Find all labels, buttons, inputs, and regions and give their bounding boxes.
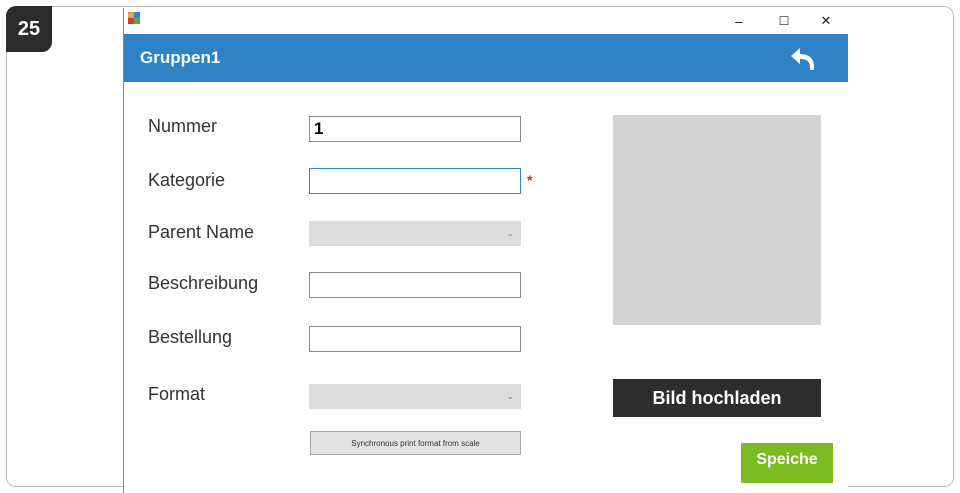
required-marker: * — [527, 172, 533, 188]
parent-name-label: Parent Name — [148, 222, 255, 242]
app-header: Gruppen1 — [124, 34, 848, 82]
format-label: Format — [148, 384, 206, 404]
upload-image-button[interactable]: Bild hochladen — [613, 379, 821, 417]
minimize-button[interactable]: – — [724, 10, 754, 32]
chevron-down-icon: ⌄ — [506, 228, 514, 238]
kategorie-field[interactable] — [309, 168, 521, 194]
page-title: Gruppen1 — [140, 48, 221, 67]
nummer-field[interactable] — [309, 116, 521, 142]
undo-arrow-icon[interactable] — [788, 45, 818, 73]
maximize-button[interactable]: ☐ — [769, 10, 799, 32]
bestellung-field[interactable] — [309, 326, 521, 352]
save-button[interactable]: Speiche — [741, 443, 833, 483]
format-select[interactable]: ⌄ — [309, 384, 521, 409]
app-window: – ☐ ✕ Gruppen1 Nummer Kategorie * Parent… — [123, 8, 848, 493]
parent-name-select[interactable]: ⌄ — [309, 221, 521, 246]
sync-print-format-button[interactable]: Synchronous print format from scale — [310, 431, 521, 455]
chevron-down-icon: ⌄ — [506, 391, 514, 401]
image-preview — [613, 115, 821, 325]
nummer-label: Nummer — [148, 116, 218, 136]
bestellung-label: Bestellung — [148, 327, 233, 347]
beschreibung-label: Beschreibung — [148, 273, 259, 293]
app-icon — [128, 12, 140, 24]
close-button[interactable]: ✕ — [811, 10, 841, 32]
kategorie-label: Kategorie — [148, 170, 226, 190]
beschreibung-field[interactable] — [309, 272, 521, 298]
title-bar: – ☐ ✕ — [124, 8, 848, 34]
step-badge: 25 — [6, 6, 52, 52]
